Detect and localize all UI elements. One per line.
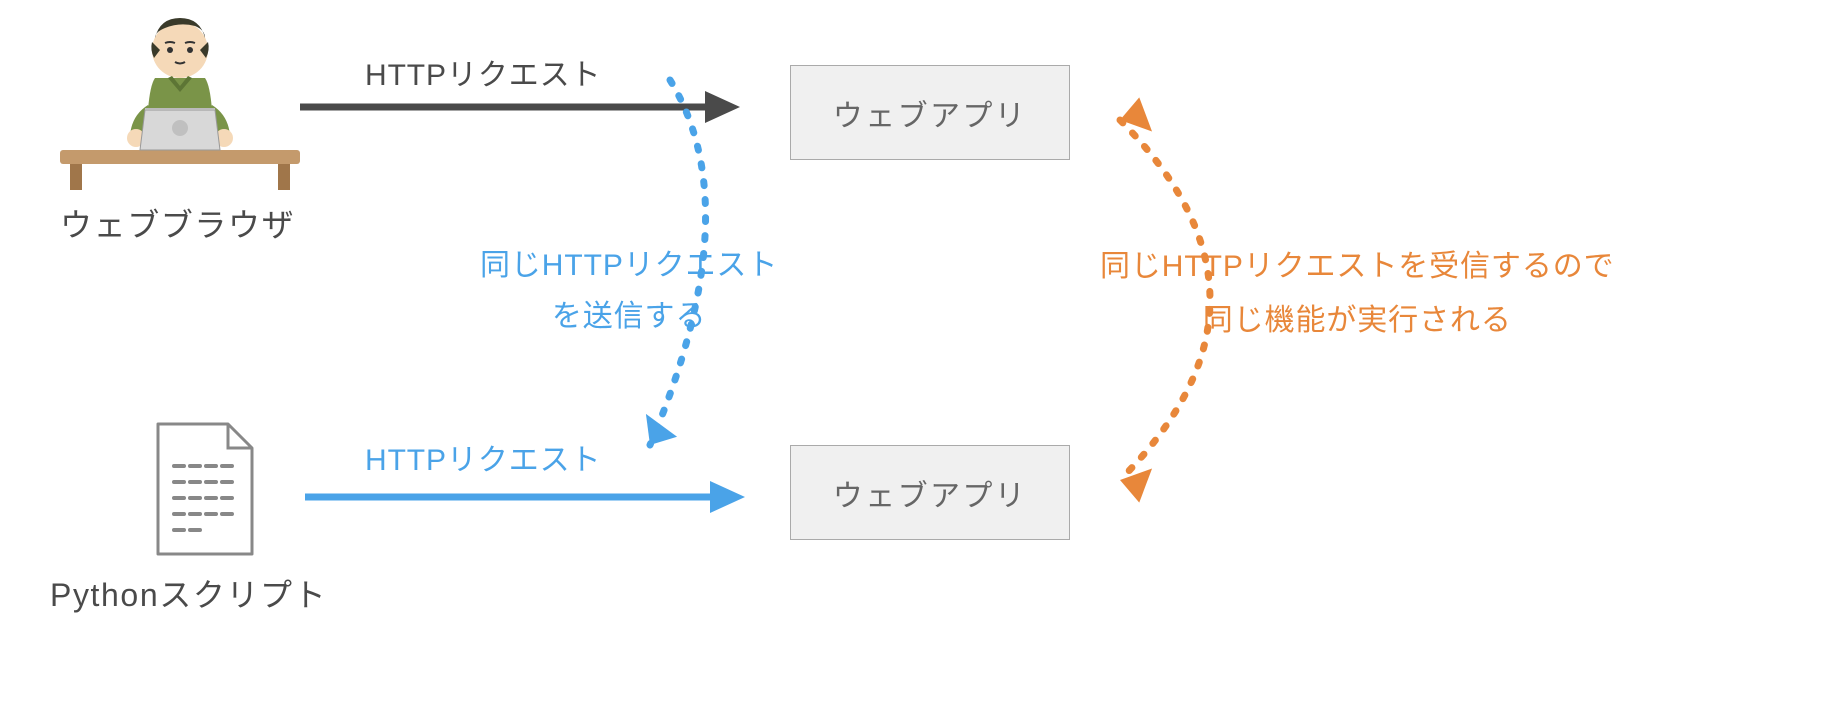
- webapp-bottom-label: ウェブアプリ: [833, 471, 1027, 515]
- blue-note-line2: を送信する: [552, 300, 707, 333]
- webapp-box-bottom: ウェブアプリ: [790, 445, 1070, 540]
- diagram-canvas: ウェブブラウザ Pythonスクリプト ウェブアプリ ウェブアプリ HTTPリク…: [0, 0, 1834, 724]
- browser-user-illustration: [60, 10, 300, 190]
- arrow-bottom-label: HTTPリクエスト: [365, 435, 601, 479]
- blue-note-line1: 同じHTTPリクエスト: [480, 249, 778, 282]
- orange-note-line2: 同じ機能が実行される: [1203, 304, 1512, 337]
- script-file-icon: [150, 420, 260, 560]
- arrow-top-label: HTTPリクエスト: [365, 50, 601, 94]
- browser-label: ウェブブラウザ: [60, 200, 295, 246]
- same-function-note: 同じHTTPリクエストを受信するので 同じ機能が実行される: [1100, 240, 1615, 348]
- http-request-arrow-bottom: [305, 485, 745, 493]
- webapp-box-top: ウェブアプリ: [790, 65, 1070, 160]
- webapp-top-label: ウェブアプリ: [833, 91, 1027, 135]
- orange-note-line1: 同じHTTPリクエストを受信するので: [1100, 250, 1615, 283]
- same-request-note: 同じHTTPリクエスト を送信する: [480, 240, 778, 342]
- script-label: Pythonスクリプト: [50, 570, 327, 616]
